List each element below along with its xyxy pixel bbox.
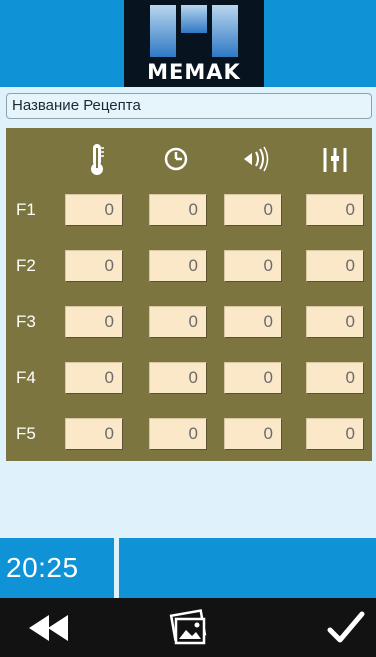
- cell-f3-fan[interactable]: 0: [224, 306, 282, 338]
- cell-f3-temperature[interactable]: 0: [65, 306, 123, 338]
- checkmark-icon: [327, 611, 365, 642]
- recipe-parameter-grid: F1 0 0 0 0 F2 0 0 0 0 F3 0 0 0 0 F4 0 0 …: [6, 128, 372, 461]
- gallery-button[interactable]: [140, 598, 236, 657]
- memak-logo: MEMAK: [124, 0, 264, 87]
- clock-icon: [164, 147, 188, 171]
- bottom-toolbar: [0, 598, 376, 657]
- cell-f3-time[interactable]: 0: [149, 306, 207, 338]
- sliders-icon: [323, 148, 347, 172]
- cell-f3-setting[interactable]: 0: [306, 306, 364, 338]
- cell-f2-temperature[interactable]: 0: [65, 250, 123, 282]
- cell-f2-fan[interactable]: 0: [224, 250, 282, 282]
- back-button[interactable]: [0, 598, 100, 657]
- cell-f1-setting[interactable]: 0: [306, 194, 364, 226]
- recipe-name-field[interactable]: Название Рецепта: [6, 93, 372, 119]
- logo-text: MEMAK: [147, 60, 241, 84]
- row-label-f5: F5: [16, 424, 36, 443]
- row-label-f4: F4: [16, 368, 36, 387]
- cell-f5-temperature[interactable]: 0: [65, 418, 123, 450]
- cell-f5-fan[interactable]: 0: [224, 418, 282, 450]
- header-bar: MEMAK: [0, 0, 376, 87]
- clock-time: 20:25: [6, 552, 79, 583]
- cell-f5-time[interactable]: 0: [149, 418, 207, 450]
- fan-speed-icon: [244, 146, 269, 172]
- image-gallery-icon: [169, 608, 207, 644]
- status-bar: 20:25: [0, 538, 376, 598]
- cell-f2-setting[interactable]: 0: [306, 250, 364, 282]
- row-label-f1: F1: [16, 200, 36, 219]
- cell-f4-time[interactable]: 0: [149, 362, 207, 394]
- thermometer-icon: [91, 144, 104, 175]
- rewind-icon: [29, 614, 68, 641]
- cell-f1-time[interactable]: 0: [149, 194, 207, 226]
- row-label-f2: F2: [16, 256, 36, 275]
- cell-f5-setting[interactable]: 0: [306, 418, 364, 450]
- cell-f1-temperature[interactable]: 0: [65, 194, 123, 226]
- cell-f4-setting[interactable]: 0: [306, 362, 364, 394]
- status-divider: [114, 538, 119, 598]
- row-label-f3: F3: [16, 312, 36, 331]
- confirm-button[interactable]: [316, 598, 376, 657]
- cell-f4-temperature[interactable]: 0: [65, 362, 123, 394]
- cell-f1-fan[interactable]: 0: [224, 194, 282, 226]
- cell-f4-fan[interactable]: 0: [224, 362, 282, 394]
- cell-f2-time[interactable]: 0: [149, 250, 207, 282]
